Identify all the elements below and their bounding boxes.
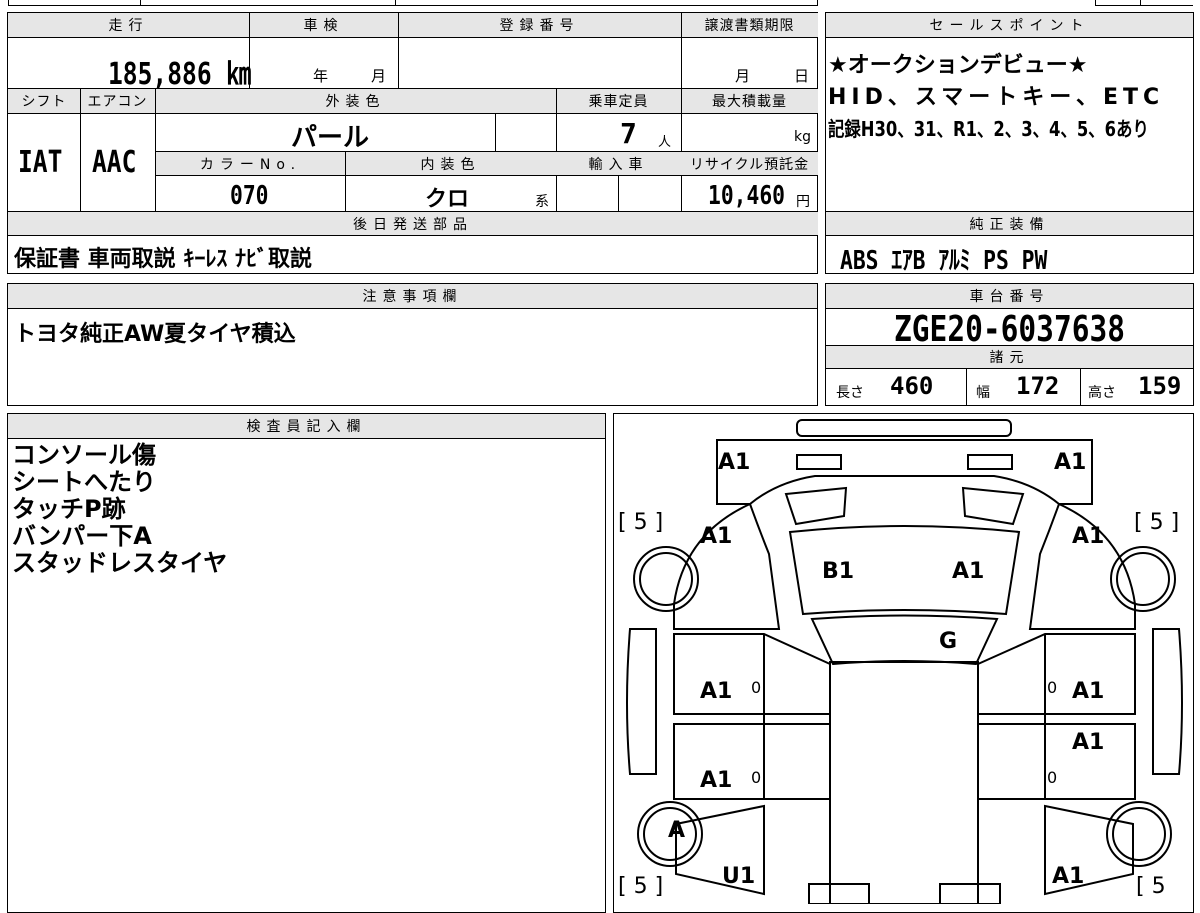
specs-header: 諸元 [826, 346, 1193, 368]
left-fender-grade: A1 [700, 524, 733, 549]
capacity-value: 7 [620, 117, 637, 150]
rear-left-quarter-grade: U1 [722, 864, 756, 889]
notes-header: 注意事項欄 [8, 284, 817, 308]
sales-point-line-1: ★オークションデビュー★ [828, 53, 1088, 78]
exterior-color-header: 外装色 [155, 89, 556, 113]
transfer-day: 日 [794, 67, 810, 85]
max-load-header: 最大積載量 [681, 89, 818, 113]
notes-value: トヨタ純正AW夏タイヤ積込 [14, 322, 296, 347]
aircon-header: エアコン [80, 89, 155, 113]
registration-header: 登録番号 [398, 13, 681, 37]
inspection-header: 車検 [249, 13, 398, 37]
aircon-value: AAC [92, 145, 137, 180]
top-cut-strip [0, 0, 1200, 8]
inspection-year: 年 [313, 67, 329, 85]
capacity-header: 乗車定員 [556, 89, 681, 113]
front-right-door-grade: A1 [1072, 679, 1105, 704]
capacity-unit: 人 [658, 135, 672, 150]
length-label: 長さ [836, 385, 864, 401]
rear-left-wheel-grade: A [668, 818, 686, 843]
interior-color-value: クロ [425, 187, 470, 212]
width-label: 幅 [976, 385, 990, 401]
chassis-number-header: 車台番号 [826, 284, 1193, 308]
height-value: 159 [1138, 372, 1182, 400]
interior-color-suffix: 系 [535, 194, 549, 210]
right-fender-grade: A1 [1072, 524, 1105, 549]
hood-right-grade: A1 [952, 559, 985, 584]
height-label: 高さ [1088, 385, 1116, 401]
width-value: 172 [1016, 372, 1060, 400]
load-unit: kg [794, 129, 811, 145]
later-parts-header: 後日発送部品 [8, 212, 818, 235]
inspector-note-line: コンソール傷 [12, 441, 156, 469]
tire-rear-right-tread: [ 5 [1136, 874, 1166, 899]
mileage-value: 185,886 ㎞ [108, 57, 252, 92]
inspector-note-line: バンパー下A [12, 522, 152, 550]
inspector-notes-header: 検査員記入欄 [8, 414, 605, 438]
shift-header: シフト [8, 89, 80, 113]
exterior-color-value: パール [291, 123, 370, 153]
tire-front-left-tread: [ 5 ] [618, 510, 664, 535]
rear-right-quarter-grade: A1 [1052, 864, 1085, 889]
vehicle-diagram-svg [626, 419, 1183, 904]
tire-front-right-tread: [ 5 ] [1134, 510, 1180, 535]
inspector-note-line: スタッドレスタイヤ [12, 549, 228, 577]
rear-right-pillar-mark: 0 [1047, 768, 1058, 787]
chassis-specs-panel: 車台番号 ZGE20-6037638 諸元 長さ 460 幅 172 高さ 15… [825, 283, 1194, 406]
front-right-corner-grade: A1 [1054, 450, 1087, 475]
transfer-deadline-header: 譲渡書類期限 [681, 13, 818, 37]
interior-color-header: 内装色 [345, 152, 556, 175]
chassis-number-value: ZGE20-6037638 [894, 309, 1126, 350]
recycle-deposit-value: 10,460 [708, 181, 786, 211]
tire-rear-left-tread: [ 5 ] [618, 874, 664, 899]
length-value: 460 [890, 372, 934, 400]
vehicle-info-table: 走行 車検 登録番号 譲渡書類期限 185,886 ㎞ 年 月 月 日 シフト … [7, 12, 818, 274]
inspector-note-line: タッチP跡 [12, 495, 126, 523]
inspector-note-line: シートへたり [12, 468, 156, 496]
later-parts-value: 保証書 車両取説 ｷｰﾚｽ ﾅﾋﾞ取説 [14, 247, 312, 272]
notes-panel: 注意事項欄 トヨタ純正AW夏タイヤ積込 [7, 283, 818, 406]
recycle-deposit-header: リサイクル預託金 [681, 152, 818, 175]
front-left-corner-grade: A1 [718, 450, 751, 475]
sales-point-line-3: 記録H30、31、R1、2、3、4、5、6あり [828, 117, 1149, 141]
color-no-value: 070 [230, 181, 269, 211]
recycle-deposit-unit: 円 [796, 194, 810, 210]
hood-left-grade: B1 [822, 559, 855, 584]
import-header: 輸入車 [556, 152, 681, 175]
transfer-month: 月 [735, 67, 751, 85]
mileage-header: 走行 [8, 13, 249, 37]
inspection-month: 月 [371, 67, 387, 85]
sales-point-panel: セールスポイント ★オークションデビュー★ HID、スマートキー、ETC 記録H… [825, 12, 1194, 212]
sales-point-line-2: HID、スマートキー、ETC [828, 85, 1165, 110]
front-left-door-grade: A1 [700, 679, 733, 704]
rear-right-door-upper-grade: A1 [1072, 730, 1105, 755]
sales-point-header: セールスポイント [826, 13, 1193, 37]
genuine-equipment-panel: 純正装備 ABS ｴｱB ｱﾙﾐ PS PW [825, 211, 1194, 276]
shift-value: IAT [18, 145, 63, 180]
color-no-header: カラーNo. [156, 152, 345, 175]
rear-left-pillar-mark: 0 [751, 768, 762, 787]
genuine-equipment-header: 純正装備 [826, 212, 1193, 235]
front-right-pillar-mark: 0 [1047, 678, 1058, 697]
genuine-equipment-value: ABS ｴｱB ｱﾙﾐ PS PW [840, 246, 1048, 276]
rear-left-door-grade: A1 [700, 768, 733, 793]
vehicle-diagram-panel: A1 A1 [ 5 ] [ 5 ] A1 A1 B1 A1 G A1 A1 0 … [613, 413, 1194, 913]
front-left-pillar-mark: 0 [751, 678, 762, 697]
inspector-notes-panel: 検査員記入欄 コンソール傷 シートへたり タッチP跡 バンパー下A スタッドレス… [7, 413, 606, 913]
windshield-grade: G [939, 629, 958, 654]
